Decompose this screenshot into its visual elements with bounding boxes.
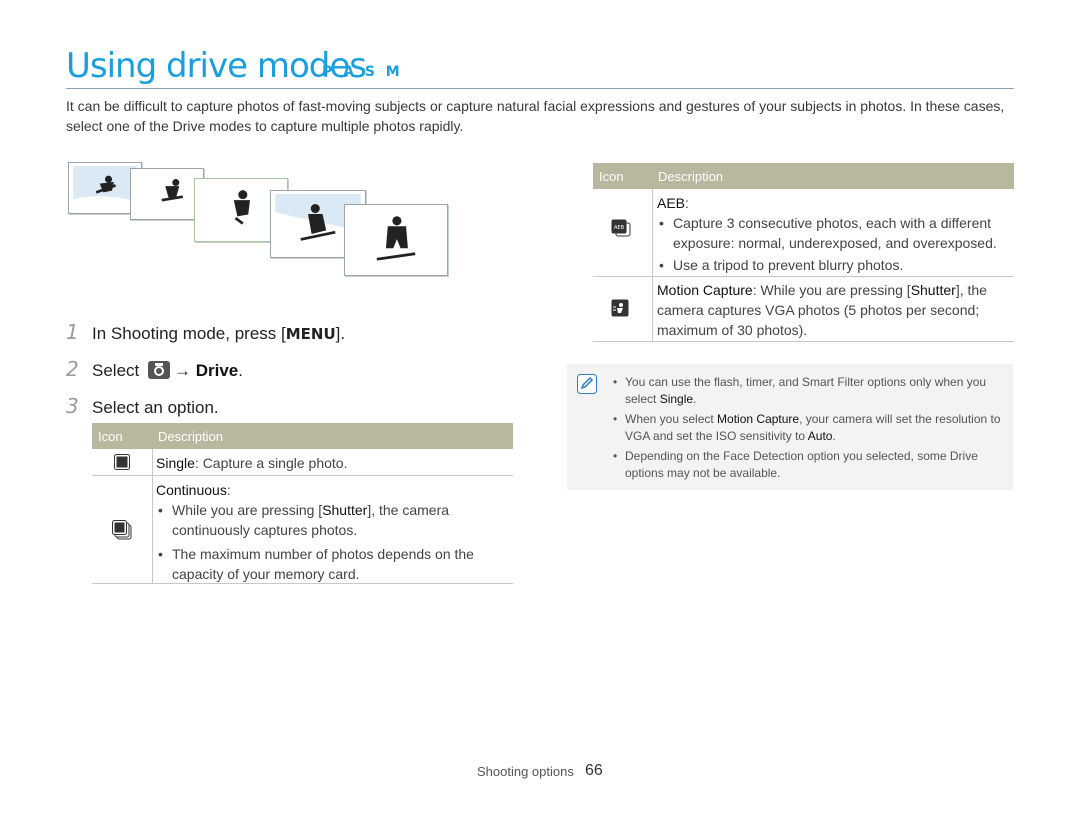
note-item: Depending on the Face Detection option y… [613, 448, 1003, 482]
list-item: Capture 3 consecutive photos, each with … [657, 213, 1014, 253]
svg-text:AEB: AEB [614, 225, 625, 231]
table-row: AEB AEB: Capture 3 consecutive photos, e… [593, 189, 1014, 277]
table-header: Icon Description [92, 423, 513, 449]
aeb-icon: AEB [611, 219, 631, 242]
intro-paragraph: It can be difficult to capture photos of… [66, 98, 1005, 134]
shooting-modes-label: P A S M [322, 64, 403, 80]
page-title: Using drive modes [66, 46, 367, 86]
table-header: Icon Description [593, 163, 1014, 189]
table-row: Motion Capture: While you are pressing [… [593, 277, 1014, 342]
drive-options-table-continued: Icon Description AEB AEB: Capture 3 cons… [593, 163, 1014, 342]
list-item: Use a tripod to prevent blurry photos. [657, 255, 1014, 275]
header-icon: Icon [98, 429, 123, 444]
drive-options-table: Icon Description Single: Capture a singl… [92, 423, 513, 584]
note-item: When you select Motion Capture, your cam… [613, 411, 1003, 445]
table-row: Continuous: While you are pressing [Shut… [92, 476, 513, 584]
continuous-shot-icon [112, 520, 132, 545]
menu-button-label: MENU [285, 325, 336, 343]
note-box: You can use the flash, timer, and Smart … [567, 364, 1013, 490]
header-icon: Icon [599, 169, 624, 184]
step-3: 3 Select an option. [66, 394, 219, 418]
note-item: You can use the flash, timer, and Smart … [613, 374, 1003, 408]
note-pencil-icon [577, 374, 597, 399]
table-row: Single: Capture a single photo. [92, 449, 513, 476]
camera-menu-icon [147, 361, 170, 384]
list-item: While you are pressing [Shutter], the ca… [156, 500, 513, 540]
sequence-photo [344, 204, 448, 276]
step-2: 2 Select → Drive. [66, 357, 243, 384]
photo-sequence-illustration [66, 160, 456, 280]
step-1: 1 In Shooting mode, press [MENU]. [66, 320, 346, 344]
list-item: The maximum number of photos depends on … [156, 544, 513, 584]
footer-section-label: Shooting options [477, 764, 574, 779]
sequence-photo [130, 168, 204, 220]
title-divider [66, 88, 1014, 89]
header-description: Description [658, 169, 724, 184]
motion-capture-icon [611, 299, 629, 322]
header-description: Description [158, 429, 224, 444]
page-number: 66 [585, 762, 603, 779]
single-shot-icon [114, 454, 130, 475]
